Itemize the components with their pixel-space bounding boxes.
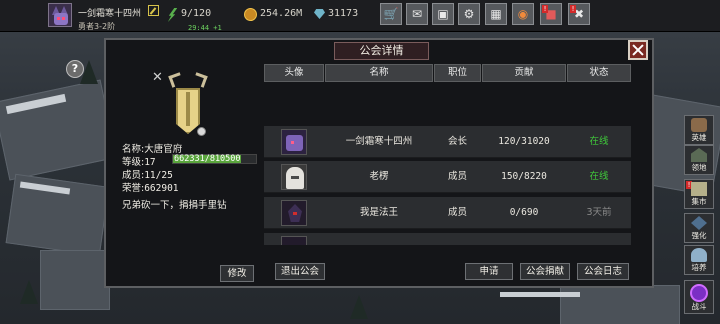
member-status: 在线 <box>589 171 609 182</box>
stamina-timer: 29:44 +1 <box>188 24 222 32</box>
member-contribution: 0/690 <box>509 207 539 218</box>
hero-icon <box>691 118 707 132</box>
stamina-lightning-icon <box>167 8 177 22</box>
emblem-close-icon[interactable]: ✕ <box>152 70 163 85</box>
tools-button[interactable]: ! ✖ <box>568 3 590 25</box>
dialog-title: 公会详情 <box>334 42 429 60</box>
side-menu-enhance[interactable]: 强化 <box>684 213 714 243</box>
member-avatar <box>281 200 307 226</box>
color-wheel-button[interactable]: ◉ <box>512 3 534 25</box>
mail-button[interactable]: ✉ <box>406 3 428 25</box>
member-list[interactable]: 一剑霜寒十四州 会长 120/31020 在线 老楞 成员 150/8220 在… <box>264 126 631 245</box>
edit-notice-button[interactable]: 修改 <box>220 265 254 282</box>
side-menu-label: 领地 <box>691 163 707 172</box>
member-position: 成员 <box>447 207 467 218</box>
gem-value: 31173 <box>328 8 359 19</box>
leave-guild-button[interactable]: 退出公会 <box>275 263 325 280</box>
gamepad-icon: ▣ <box>437 7 449 21</box>
guild-level-row: 等级:17 <box>122 154 156 168</box>
apply-button[interactable]: 申请 <box>465 263 513 280</box>
settings-button[interactable]: ⚙ <box>458 3 480 25</box>
guild-honor-row: 荣誉:662901 <box>122 180 179 194</box>
header-name: 名称 <box>325 64 433 82</box>
side-menu-hero[interactable]: 英雄 <box>684 115 714 145</box>
member-name: 老楞 <box>369 171 389 182</box>
help-button[interactable]: ? <box>66 60 84 78</box>
gold-value: 254.26M <box>260 8 303 19</box>
member-status: 3天前 <box>586 207 612 218</box>
member-position: 会长 <box>447 136 467 147</box>
side-menu-label: 强化 <box>691 231 707 240</box>
guild-honor: 662901 <box>144 183 179 194</box>
gold-coin-icon <box>244 8 257 21</box>
side-menu-label: 战斗 <box>691 302 707 311</box>
color-wheel-icon: ◉ <box>517 7 529 21</box>
gear-icon: ⚙ <box>463 7 475 21</box>
grid-button[interactable]: ▦ <box>485 3 507 25</box>
side-menu-market[interactable]: ! 集市 <box>684 179 714 209</box>
enhance-icon <box>691 216 707 230</box>
guild-name-row: 名称:大唐官府 <box>122 141 182 155</box>
member-name: 一剑霜寒十四州 <box>345 136 413 147</box>
member-row[interactable]: 老楞 成员 150/8220 在线 <box>264 161 631 193</box>
guild-members-row: 成员:11/25 <box>122 167 173 181</box>
player-avatar[interactable] <box>48 3 72 27</box>
territory-icon <box>691 148 707 162</box>
shop-icon: 🛒 <box>383 7 399 21</box>
member-contribution: 120/31020 <box>498 136 550 147</box>
member-row[interactable]: 我是法王 成员 0/690 3天前 <box>264 197 631 229</box>
guild-honor-label: 荣誉: <box>122 183 145 194</box>
player-name: 一剑霜寒十四州 <box>78 9 142 19</box>
guild-exp-text: 662331/810500 <box>174 154 241 164</box>
close-button[interactable] <box>628 40 648 60</box>
train-icon <box>691 248 707 262</box>
side-menu-label: 英雄 <box>691 133 707 142</box>
member-row[interactable]: 一剑霜寒十四州 会长 120/31020 在线 <box>264 126 631 158</box>
member-table-header: 头像 名称 职位 贡献 状态 <box>264 64 631 82</box>
header-contribution: 贡献 <box>482 64 566 82</box>
mail-icon: ✉ <box>411 7 423 21</box>
header-avatar: 头像 <box>264 64 324 82</box>
member-avatar <box>281 129 307 155</box>
side-menu-label: 培养 <box>691 263 707 272</box>
guild-donate-button[interactable]: 公会捐献 <box>520 263 570 280</box>
member-avatar <box>281 164 307 190</box>
member-position: 成员 <box>447 171 467 182</box>
emblem-badge-icon <box>197 127 206 136</box>
market-icon <box>691 182 707 196</box>
member-avatar <box>281 236 307 245</box>
gamepad-button[interactable]: ▣ <box>432 3 454 25</box>
member-row-partial[interactable] <box>264 233 631 245</box>
header-position: 职位 <box>434 64 481 82</box>
battle-portal-icon <box>690 284 708 302</box>
guild-notice: 兄弟砍一下，捐捐手里钻 <box>122 200 227 211</box>
guild-log-button[interactable]: 公会日志 <box>577 263 629 280</box>
header-status: 状态 <box>567 64 631 82</box>
player-rank: 勇者3-2阶 <box>78 22 116 31</box>
side-menu-label: 集市 <box>691 197 707 206</box>
side-menu-battle[interactable]: 战斗 <box>684 280 714 314</box>
member-status: 在线 <box>589 136 609 147</box>
top-status-bar: 一剑霜寒十四州 勇者3-2阶 9/120 29:44 +1 254.26M 31… <box>0 0 720 32</box>
member-name: 我是法王 <box>359 207 398 218</box>
alert-badge: ! <box>570 5 576 13</box>
member-contribution: 150/8220 <box>501 171 547 182</box>
grid-icon: ▦ <box>490 7 502 21</box>
side-menu-train[interactable]: 培养 <box>684 245 714 275</box>
side-menu-territory[interactable]: 领地 <box>684 145 714 175</box>
stamina-value: 9/120 <box>181 8 212 19</box>
shop-button[interactable]: 🛒 <box>380 3 402 25</box>
gift-button[interactable]: ! ■ <box>540 3 562 25</box>
gem-icon <box>314 9 325 19</box>
alert-badge: ! <box>542 5 548 13</box>
edit-name-icon[interactable] <box>148 5 159 16</box>
